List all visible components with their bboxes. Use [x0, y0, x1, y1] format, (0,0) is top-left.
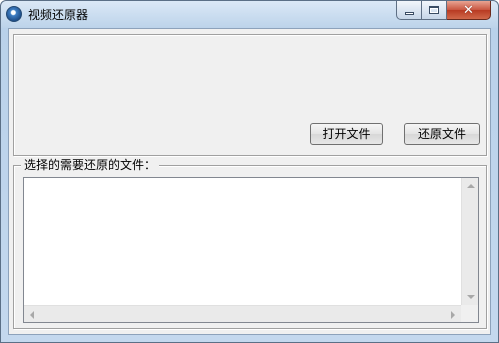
selected-files-list[interactable]	[23, 177, 479, 323]
caption-buttons: ✕	[396, 1, 491, 20]
minimize-button[interactable]	[396, 1, 422, 20]
maximize-button[interactable]	[422, 1, 447, 20]
scroll-down-arrow-icon[interactable]	[467, 295, 475, 299]
scroll-up-arrow-icon[interactable]	[467, 184, 475, 188]
maximize-icon	[429, 6, 439, 14]
actions-group: 打开文件 还原文件	[13, 34, 487, 156]
window-title: 视频还原器	[28, 8, 89, 22]
restore-file-button[interactable]: 还原文件	[404, 123, 480, 145]
app-globe-icon	[6, 6, 22, 22]
minimize-icon	[404, 11, 414, 15]
close-icon: ✕	[463, 2, 474, 18]
scroll-right-arrow-icon[interactable]	[451, 311, 455, 319]
client-area: 打开文件 还原文件 选择的需要还原的文件：	[8, 28, 491, 335]
window-frame: 视频还原器 ✕ 打开文件 还原文件 选择的需要还原的文件：	[0, 0, 499, 343]
horizontal-scrollbar[interactable]	[24, 305, 461, 322]
selected-files-caption: 选择的需要还原的文件：	[21, 157, 160, 173]
open-file-button[interactable]: 打开文件	[310, 123, 383, 145]
close-button[interactable]: ✕	[447, 1, 491, 20]
scroll-left-arrow-icon[interactable]	[30, 311, 34, 319]
title-bar[interactable]: 视频还原器 ✕	[1, 1, 498, 28]
vertical-scrollbar[interactable]	[461, 178, 478, 305]
scrollbar-corner	[461, 305, 478, 322]
